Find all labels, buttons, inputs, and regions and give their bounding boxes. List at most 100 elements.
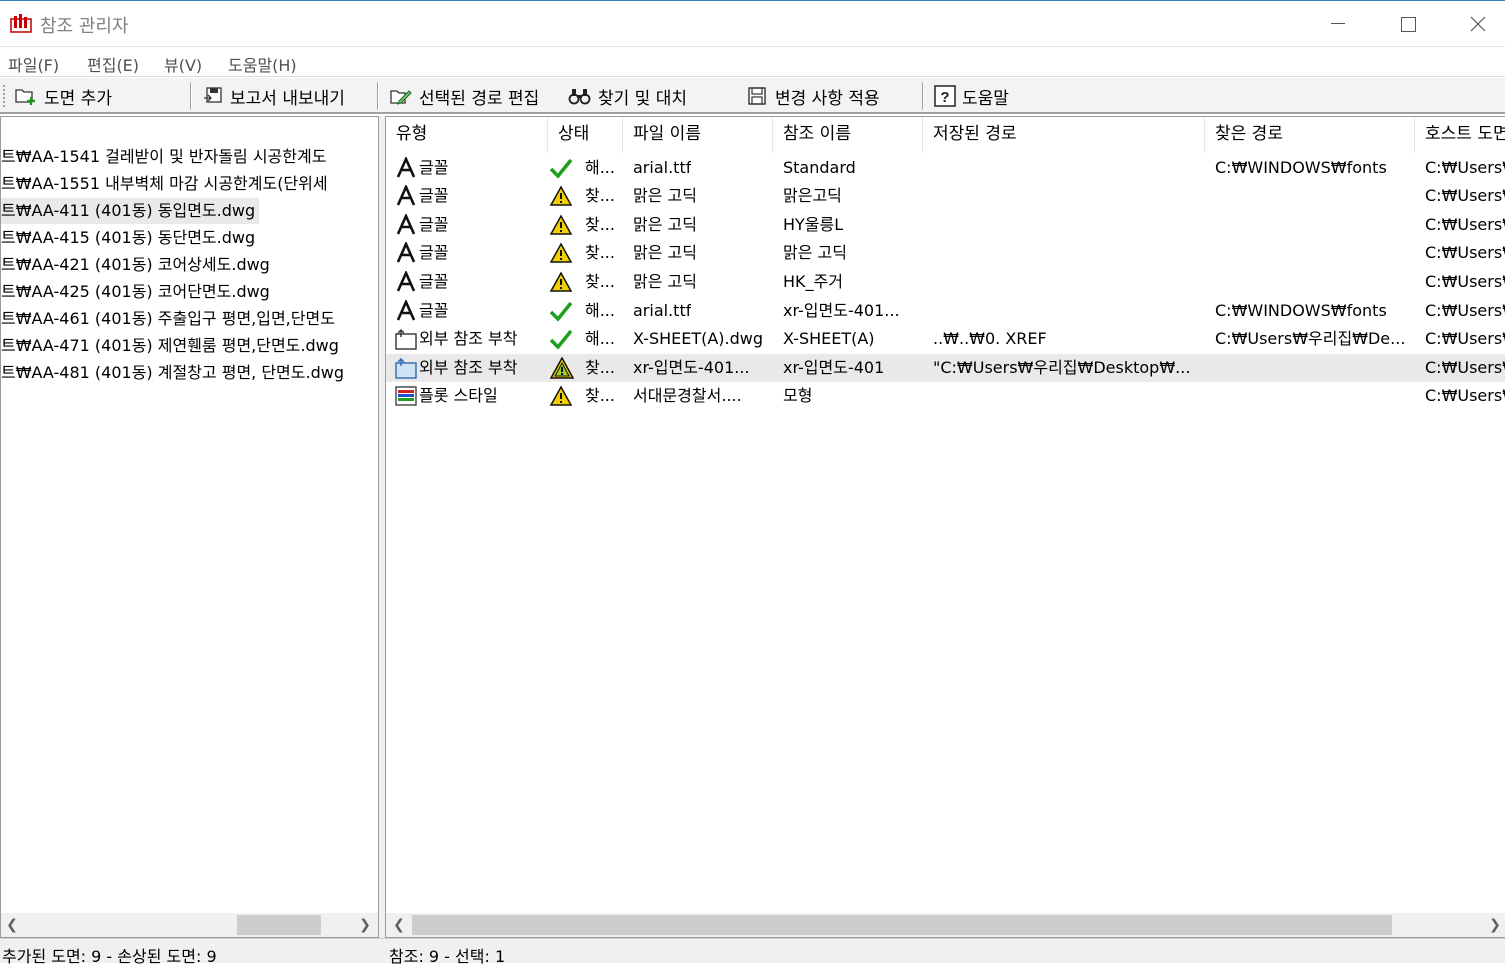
table-row[interactable]: 플롯 스타일 찾... 서대문경찰서.... 모형 C:₩Users₩: [386, 382, 1505, 410]
cell-host: C:₩Users₩: [1425, 243, 1505, 262]
cell-saved-path: "C:₩Users₩우리집₩Desktop₩...: [933, 358, 1191, 377]
table-row[interactable]: 외부 참조 부착 해... X-SHEET(A).dwg X-SHEET(A) …: [386, 325, 1505, 353]
table-row[interactable]: 글꼴 찾... 맑은 고딕 HY울릉L C:₩Users₩: [386, 211, 1505, 239]
drawing-list-item[interactable]: 트₩AA-415 (401동) 동단면도.dwg: [1, 225, 255, 251]
cell-filename: X-SHEET(A).dwg: [633, 329, 764, 348]
right-horizontal-scrollbar[interactable]: ❮ ❯: [386, 913, 1505, 937]
warning-double-icon: [549, 357, 575, 379]
cell-filename: arial.ttf: [633, 301, 692, 320]
help-button[interactable]: ? 도움말: [934, 83, 1009, 109]
scroll-right-arrow[interactable]: ❯: [1484, 913, 1505, 937]
export-report-label: 보고서 내보내기: [230, 88, 345, 109]
cell-host: C:₩Users₩: [1425, 329, 1505, 348]
drawing-list-pane[interactable]: 트₩AA-1541 걸레받이 및 반자돌림 시공한계도 트₩AA-1551 내부…: [0, 116, 379, 938]
cell-status: 찾...: [585, 386, 615, 405]
cell-refname: Standard: [783, 158, 856, 177]
cell-type: 글꼴: [419, 158, 449, 177]
svg-text:?: ?: [940, 89, 949, 106]
menu-help[interactable]: 도움말(H): [228, 52, 297, 76]
references-table[interactable]: 유형 상태 파일 이름 참조 이름 저장된 경로 찾은 경로 호스트 도면 글꼴…: [385, 116, 1505, 938]
drawing-list-item[interactable]: 트₩AA-471 (401동) 제연휀룸 평면,단면도.dwg: [1, 333, 339, 359]
apply-changes-button[interactable]: 변경 사항 적용: [747, 83, 880, 109]
drawing-list-item[interactable]: 트₩AA-425 (401동) 코어단면도.dwg: [1, 279, 270, 305]
add-drawing-label: 도면 추가: [44, 88, 112, 109]
column-header-host[interactable]: 호스트 도면: [1415, 117, 1505, 153]
cell-status: 찾...: [585, 186, 615, 205]
cell-refname: 모형: [783, 386, 813, 405]
drawing-list-item[interactable]: 트₩AA-461 (401동) 주출입구 평면,입면,단면도: [1, 306, 335, 332]
table-row[interactable]: 글꼴 해... arial.ttf xr-입면도-401... C:₩WINDO…: [386, 297, 1505, 325]
cell-host: C:₩Users₩: [1425, 386, 1505, 405]
cell-status: 찾...: [585, 272, 615, 291]
toolbar-grip[interactable]: [2, 84, 6, 108]
edit-selected-path-button[interactable]: 선택된 경로 편집: [389, 83, 539, 109]
menu-file[interactable]: 파일(F): [8, 52, 59, 76]
export-report-icon: [204, 87, 222, 103]
column-header-found-path[interactable]: 찾은 경로: [1205, 117, 1415, 153]
find-replace-label: 찾기 및 대치: [598, 88, 688, 109]
help-icon: ?: [934, 85, 956, 107]
scroll-left-arrow[interactable]: ❮: [388, 913, 410, 937]
column-header-saved-path[interactable]: 저장된 경로: [923, 117, 1205, 153]
drawing-list-item[interactable]: 트₩AA-481 (401동) 계절창고 평면, 단면도.dwg: [1, 360, 344, 386]
cell-type: 외부 참조 부착: [419, 329, 518, 348]
minimize-icon: [1331, 23, 1345, 24]
column-header-refname[interactable]: 참조 이름: [773, 117, 923, 153]
font-icon: [396, 185, 416, 206]
scroll-thumb[interactable]: [237, 915, 321, 935]
cell-type: 글꼴: [419, 215, 449, 234]
cell-status: 해...: [585, 329, 615, 348]
status-bar: 추가된 도면: 9 - 손상된 도면: 9 참조: 9 - 선택: 1: [0, 938, 1505, 966]
menu-view[interactable]: 뷰(V): [164, 52, 202, 76]
close-icon: [1470, 16, 1486, 32]
cell-refname: 맑은고딕: [783, 186, 842, 205]
close-button[interactable]: [1445, 1, 1505, 47]
drawing-list-item[interactable]: 트₩AA-1541 걸레받이 및 반자돌림 시공한계도: [1, 144, 326, 170]
add-drawing-button[interactable]: 도면 추가: [14, 83, 112, 109]
title-bar: 참조 관리자: [0, 0, 1505, 46]
scroll-left-arrow[interactable]: ❮: [1, 913, 23, 937]
drawing-list-item[interactable]: 트₩AA-411 (401동) 동입면도.dwg: [1, 198, 260, 224]
table-row[interactable]: 글꼴 찾... 맑은 고딕 맑은 고딕 C:₩Users₩: [386, 239, 1505, 267]
maximize-icon: [1400, 16, 1416, 32]
font-icon: [396, 300, 416, 321]
cell-host: C:₩Users₩: [1425, 301, 1505, 320]
column-header-status[interactable]: 상태: [548, 117, 623, 153]
drawing-list-item[interactable]: 트₩AA-421 (401동) 코어상세도.dwg: [1, 252, 270, 278]
table-row-selected[interactable]: 외부 참조 부착 찾... xr-입면도-401... xr-입면도-401 "…: [386, 354, 1505, 382]
toolbar: 도면 추가 보고서 내보내기 선택된 경로 편집 찾기 및 대치 변경 사항 적…: [0, 78, 1505, 114]
apply-changes-label: 변경 사항 적용: [775, 88, 880, 109]
help-label: 도움말: [962, 88, 1009, 109]
warning-icon: [549, 242, 573, 263]
cell-filename: arial.ttf: [633, 158, 692, 177]
cell-saved-path: ..₩..₩0. XREF: [933, 329, 1047, 348]
find-replace-button[interactable]: 찾기 및 대치: [568, 83, 687, 109]
scroll-right-arrow[interactable]: ❯: [354, 913, 376, 937]
warning-icon: [549, 271, 573, 292]
cell-refname: HY울릉L: [783, 215, 844, 234]
left-horizontal-scrollbar[interactable]: ❮ ❯: [1, 913, 378, 937]
column-header-filename[interactable]: 파일 이름: [623, 117, 773, 153]
table-row[interactable]: 글꼴 찾... 맑은 고딕 맑은고딕 C:₩Users₩: [386, 182, 1505, 210]
check-icon: [549, 158, 573, 179]
cell-host: C:₩Users₩: [1425, 158, 1505, 177]
table-row[interactable]: 글꼴 해... arial.ttf Standard C:₩WINDOWS₩fo…: [386, 154, 1505, 182]
column-header-type[interactable]: 유형: [386, 117, 548, 153]
toolbar-separator: [377, 82, 379, 110]
maximize-button[interactable]: [1375, 1, 1441, 47]
minimize-button[interactable]: [1305, 1, 1371, 47]
cell-refname: 맑은 고딕: [783, 243, 847, 262]
table-row[interactable]: 글꼴 찾... 맑은 고딕 HK_주거 C:₩Users₩: [386, 268, 1505, 296]
cell-refname: X-SHEET(A): [783, 329, 875, 348]
cell-refname: xr-입면도-401...: [783, 301, 900, 320]
cell-filename: 맑은 고딕: [633, 215, 697, 234]
export-report-button[interactable]: 보고서 내보내기: [202, 83, 345, 109]
edit-path-icon: [390, 90, 412, 105]
app-icon: [10, 14, 32, 33]
menu-edit[interactable]: 편집(E): [87, 52, 139, 76]
add-drawing-icon: [15, 89, 35, 105]
drawing-list-item[interactable]: 트₩AA-1551 내부벽체 마감 시공한계도(단위세: [1, 171, 328, 197]
cell-status: 찾...: [585, 243, 615, 262]
cell-type: 글꼴: [419, 186, 449, 205]
scroll-thumb[interactable]: [412, 915, 1392, 935]
